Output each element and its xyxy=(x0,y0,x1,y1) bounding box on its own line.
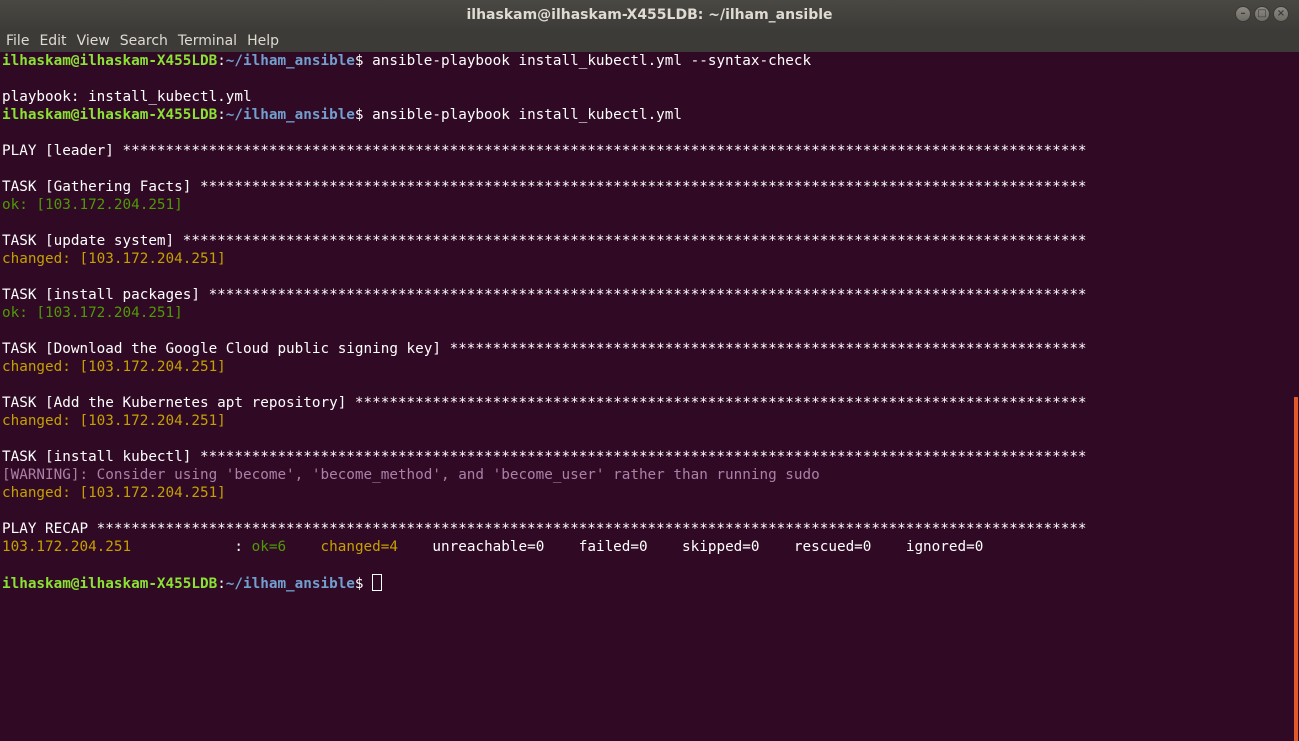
command-line: ilhaskam@ilhaskam-X455LDB:~/ilham_ansibl… xyxy=(2,107,683,123)
menu-search[interactable]: Search xyxy=(120,33,168,49)
prompt-symbol: $ xyxy=(354,107,373,123)
prompt-symbol: $ xyxy=(354,53,373,69)
task-result: changed: [103.172.204.251] xyxy=(2,359,226,375)
recap-ok: ok=6 xyxy=(251,539,287,555)
task-header: TASK [Add the Kubernetes apt repository]… xyxy=(2,395,1087,411)
maximize-icon[interactable]: □ xyxy=(1254,6,1270,22)
syntax-result: playbook: install_kubectl.yml xyxy=(2,89,252,105)
task-result: ok: [103.172.204.251] xyxy=(2,305,183,321)
prompt-userhost: ilhaskam@ilhaskam-X455LDB xyxy=(2,107,218,123)
command-text: ansible-playbook install_kubectl.yml xyxy=(372,107,683,123)
task-result: ok: [103.172.204.251] xyxy=(2,197,183,213)
play-header: PLAY [leader] **************************… xyxy=(2,143,1087,159)
close-icon[interactable]: × xyxy=(1273,6,1289,22)
task-result: changed: [103.172.204.251] xyxy=(2,413,226,429)
task-header: TASK [Download the Google Cloud public s… xyxy=(2,341,1087,357)
terminal-output[interactable]: ilhaskam@ilhaskam-X455LDB: ~/ilham_ansibl… xyxy=(0,52,1292,741)
recap-host: 103.172.204.251 xyxy=(2,539,132,555)
prompt-path: ~/ilham_ansible xyxy=(225,576,355,592)
warning-message: [WARNING]: Consider using 'become', 'bec… xyxy=(2,467,820,483)
menu-view[interactable]: View xyxy=(77,33,110,49)
prompt-symbol: $ xyxy=(354,576,373,592)
recap-changed: changed=4 xyxy=(320,539,398,555)
prompt-userhost: ilhaskam@ilhaskam-X455LDB xyxy=(2,576,218,592)
menu-terminal[interactable]: Terminal xyxy=(178,33,237,49)
recap-rest: unreachable=0 failed=0 skipped=0 rescued… xyxy=(432,539,984,555)
task-header: TASK [Gathering Facts] *****************… xyxy=(2,179,1087,195)
task-header: TASK [update system] *******************… xyxy=(2,233,1087,249)
menu-file[interactable]: File xyxy=(6,33,29,49)
task-result: changed: [103.172.204.251] xyxy=(2,485,226,501)
command-line: ilhaskam@ilhaskam-X455LDB:~/ilham_ansibl… xyxy=(2,53,812,69)
prompt-path: ~/ilham_ansible xyxy=(225,53,355,69)
recap-header: PLAY RECAP *****************************… xyxy=(2,521,1087,537)
prompt-userhost: ilhaskam@ilhaskam-X455LDB xyxy=(2,53,218,69)
scrollbar[interactable] xyxy=(1294,397,1298,741)
window-titlebar[interactable]: ilhaskam@ilhaskam-X455LDB: ~/ilham_ansib… xyxy=(0,0,1299,29)
task-header: TASK [install kubectl] *****************… xyxy=(2,449,1087,465)
command-line: ilhaskam@ilhaskam-X455LDB:~/ilham_ansibl… xyxy=(2,574,1292,592)
text-cursor[interactable] xyxy=(372,574,383,591)
recap-separator: : xyxy=(131,539,252,555)
command-text: ansible-playbook install_kubectl.yml --s… xyxy=(372,53,812,69)
prompt-path: ~/ilham_ansible xyxy=(225,107,355,123)
menu-help[interactable]: Help xyxy=(247,33,279,49)
task-header: TASK [install packages] ****************… xyxy=(2,287,1087,303)
window-controls: – □ × xyxy=(1235,6,1289,22)
menu-edit[interactable]: Edit xyxy=(39,33,66,49)
recap-line: 103.172.204.251 : ok=6 changed=4 unreach… xyxy=(2,538,1292,556)
task-result: changed: [103.172.204.251] xyxy=(2,251,226,267)
minimize-icon[interactable]: – xyxy=(1235,6,1251,22)
window-title: ilhaskam@ilhaskam-X455LDB: ~/ilham_ansib… xyxy=(466,6,833,23)
menu-bar: File Edit View Search Terminal Help xyxy=(0,29,1299,52)
